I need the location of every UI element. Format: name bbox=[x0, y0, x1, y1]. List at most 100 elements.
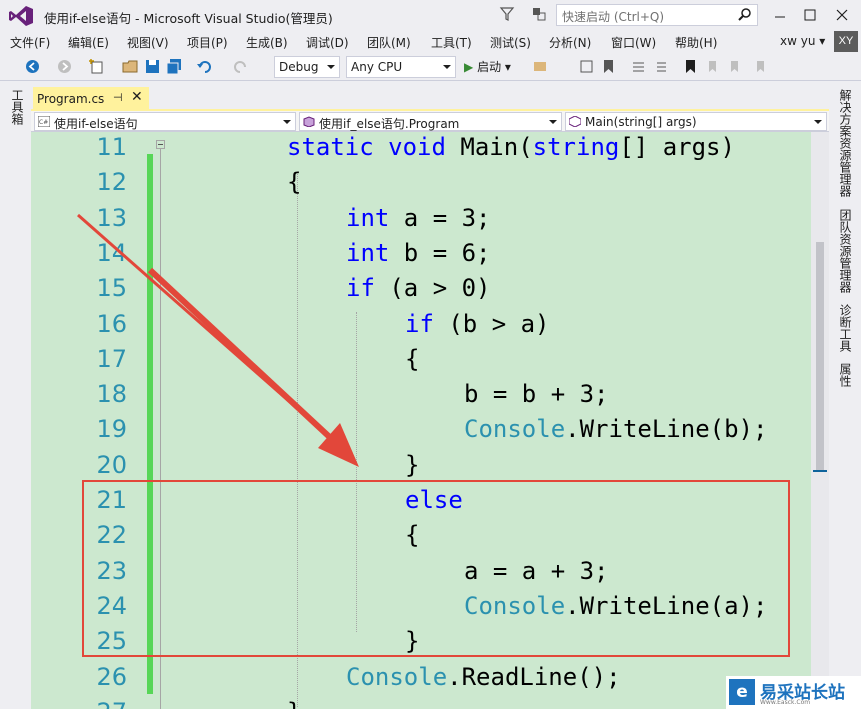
forward-icon[interactable] bbox=[56, 58, 73, 75]
window-title: 使用if-else语句 - Microsoft Visual Studio(管理… bbox=[44, 11, 333, 26]
member-dropdown[interactable]: Main(string[] args) bbox=[565, 112, 827, 131]
menu-test[interactable]: 测试(S) bbox=[490, 34, 531, 51]
code-line[interactable]: 26 Console.ReadLine(); bbox=[31, 662, 811, 697]
diagnostic-tools-tab[interactable]: 诊断工具 bbox=[837, 304, 854, 352]
prev-bookmark-icon[interactable] bbox=[704, 58, 721, 75]
line-number: 12 bbox=[96, 168, 127, 197]
avatar[interactable]: XY bbox=[834, 31, 858, 52]
properties-tab[interactable]: 属性 bbox=[837, 363, 854, 387]
code-text: if (a > 0) bbox=[346, 273, 491, 303]
code-line[interactable]: 18 b = b + 3; bbox=[31, 379, 811, 414]
feedback-icon[interactable] bbox=[530, 5, 548, 23]
browser-link-icon[interactable] bbox=[532, 58, 549, 75]
next-bookmark-icon[interactable] bbox=[726, 58, 743, 75]
code-line[interactable]: 13 int a = 3; bbox=[31, 203, 811, 238]
line-number: 16 bbox=[96, 309, 127, 338]
code-line[interactable]: 19 Console.WriteLine(b); bbox=[31, 414, 811, 449]
line-number: 27 bbox=[31, 697, 127, 709]
platform-select[interactable]: Any CPU bbox=[346, 56, 456, 78]
code-line[interactable]: 27} bbox=[31, 697, 811, 709]
back-icon[interactable] bbox=[24, 58, 41, 75]
redo-icon[interactable] bbox=[232, 58, 249, 75]
line-number: 18 bbox=[96, 380, 127, 409]
search-icon[interactable] bbox=[737, 7, 753, 23]
bookmark-icon[interactable] bbox=[682, 58, 699, 75]
line-number: 17 bbox=[96, 344, 127, 373]
keyword-token: string bbox=[532, 133, 620, 161]
menu-view[interactable]: 视图(V) bbox=[127, 34, 169, 51]
line-number: 14 bbox=[96, 238, 127, 267]
open-file-icon[interactable] bbox=[122, 58, 139, 75]
tab-label: Program.cs bbox=[37, 92, 105, 106]
code-line[interactable]: 16 if (b > a) bbox=[31, 309, 811, 344]
clear-bookmarks-icon[interactable] bbox=[752, 58, 769, 75]
method-icon bbox=[569, 116, 581, 127]
menu-analyze[interactable]: 分析(N) bbox=[549, 34, 591, 51]
code-line[interactable]: 11 static void Main(string[] args) bbox=[31, 132, 811, 167]
project-dropdown[interactable]: C# 使用if-else语句 bbox=[34, 112, 296, 131]
menu-build[interactable]: 生成(B) bbox=[246, 34, 288, 51]
code-token: a = 3; bbox=[389, 203, 491, 232]
filter-icon[interactable] bbox=[498, 5, 516, 23]
close-icon[interactable] bbox=[832, 5, 852, 25]
menu-window[interactable]: 窗口(W) bbox=[611, 34, 656, 51]
type-dropdown[interactable]: 使用if_else语句.Program bbox=[299, 112, 562, 131]
code-line[interactable]: 14 int b = 6; bbox=[31, 238, 811, 273]
menu-file[interactable]: 文件(F) bbox=[10, 34, 50, 51]
play-icon: ▶ bbox=[464, 60, 474, 74]
menu-bar: 文件(F) 编辑(E) 视图(V) 项目(P) 生成(B) 调试(D) 团队(M… bbox=[0, 31, 861, 53]
menu-help[interactable]: 帮助(H) bbox=[675, 34, 717, 51]
keyword-token: int bbox=[346, 238, 390, 267]
save-all-icon[interactable] bbox=[166, 58, 183, 75]
uncomment-icon[interactable] bbox=[652, 58, 669, 75]
maximize-icon[interactable] bbox=[800, 5, 820, 25]
code-line[interactable]: 12 { bbox=[31, 167, 811, 202]
tab-program-cs[interactable]: Program.cs ⊣ ✕ bbox=[33, 87, 149, 111]
keyword-token: void bbox=[388, 133, 446, 161]
menu-project[interactable]: 项目(P) bbox=[187, 34, 228, 51]
toolbox-tab[interactable]: 工具箱 bbox=[9, 89, 26, 125]
vertical-scrollbar[interactable] bbox=[811, 132, 829, 709]
close-tab-icon[interactable]: ✕ bbox=[131, 89, 143, 105]
code-token: } bbox=[405, 450, 420, 479]
menu-edit[interactable]: 编辑(E) bbox=[68, 34, 109, 51]
menu-team[interactable]: 团队(M) bbox=[367, 34, 411, 51]
chevron-down-icon bbox=[283, 120, 291, 124]
minimize-icon[interactable] bbox=[770, 5, 790, 25]
menu-debug[interactable]: 调试(D) bbox=[306, 34, 349, 51]
watermark-subtext: Www.Easck.Com bbox=[760, 699, 811, 706]
user-name[interactable]: xw yu ▾ bbox=[780, 34, 825, 48]
code-line[interactable]: 17 { bbox=[31, 344, 811, 379]
code-token: Main( bbox=[445, 133, 533, 161]
code-line[interactable]: 15 if (a > 0) bbox=[31, 273, 811, 308]
pin-icon[interactable]: ⊣ bbox=[113, 91, 123, 104]
document-tab-row: Program.cs ⊣ ✕ bbox=[31, 81, 829, 111]
code-token: } bbox=[287, 698, 301, 709]
solution-explorer-tab[interactable]: 解决方案资源管理器 bbox=[837, 89, 854, 197]
new-project-icon[interactable] bbox=[88, 58, 105, 75]
class-icon bbox=[303, 116, 315, 127]
code-token: { bbox=[287, 168, 302, 197]
type-token: Console bbox=[464, 415, 566, 444]
scrollbar-thumb[interactable] bbox=[816, 242, 824, 472]
navigate-icon[interactable] bbox=[578, 58, 595, 75]
code-text: { bbox=[405, 344, 419, 374]
code-token: { bbox=[405, 344, 420, 373]
comment-icon[interactable] bbox=[630, 58, 647, 75]
line-number: 26 bbox=[96, 662, 127, 691]
undo-icon[interactable] bbox=[196, 58, 213, 75]
bookmark-toggle-icon[interactable] bbox=[600, 58, 617, 75]
start-debugging-button[interactable]: ▶ 启动 ▾ bbox=[464, 58, 511, 75]
navigation-bar: C# 使用if-else语句 使用if_else语句.Program Main(… bbox=[31, 111, 829, 132]
quick-launch-input[interactable]: 快速启动 (Ctrl+Q) bbox=[556, 4, 758, 26]
code-text: static void Main(string[] args) bbox=[287, 132, 735, 162]
menu-tools[interactable]: 工具(T) bbox=[431, 34, 472, 51]
team-explorer-tab[interactable]: 团队资源管理器 bbox=[837, 209, 854, 293]
solution-config-select[interactable]: Debug bbox=[274, 56, 340, 78]
save-icon[interactable] bbox=[144, 58, 161, 75]
right-panel-strip: 解决方案资源管理器 团队资源管理器 诊断工具 属性 bbox=[829, 81, 861, 709]
watermark: e 易采站长站 Www.Easck.Com bbox=[726, 676, 861, 709]
svg-text:C#: C# bbox=[39, 119, 48, 126]
code-token: (a > 0) bbox=[374, 274, 491, 303]
code-token: (b > a) bbox=[433, 309, 550, 338]
